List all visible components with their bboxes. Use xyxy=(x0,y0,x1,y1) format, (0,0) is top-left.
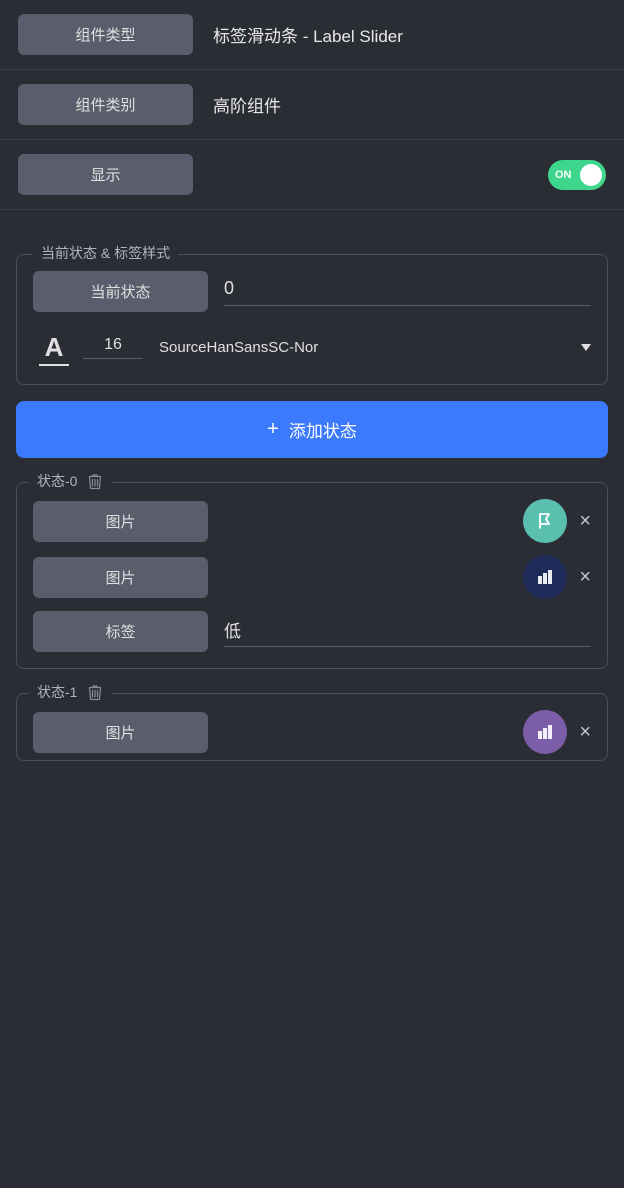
add-state-label: 添加状态 xyxy=(289,417,357,442)
font-row: A SourceHanSansSC-Nor xyxy=(33,326,591,368)
state-0-item-0-icon xyxy=(523,499,567,543)
toggle-on-label: ON xyxy=(555,169,572,181)
font-a-letter: A xyxy=(45,332,64,363)
add-state-button[interactable]: + 添加状态 xyxy=(16,401,608,458)
state-0-item-2-value: 低 xyxy=(224,617,591,647)
state-0-item-1-button[interactable]: 图片 xyxy=(33,557,208,598)
state-1-trash-icon[interactable] xyxy=(87,683,103,701)
state-0-item-2: 标签 低 xyxy=(33,611,591,652)
state-0-item-1-close-icon[interactable]: × xyxy=(579,566,591,589)
component-type-button[interactable]: 组件类型 xyxy=(18,14,193,55)
current-state-row: 当前状态 0 xyxy=(33,271,591,312)
state-0-trash-icon[interactable] xyxy=(87,472,103,490)
font-family-text: SourceHanSansSC-Nor xyxy=(159,339,318,356)
state-0-item-1-icon xyxy=(523,555,567,599)
state-0-title-text: 状态-0 xyxy=(37,471,77,491)
state-1-item-0-close-icon[interactable]: × xyxy=(579,721,591,744)
display-button[interactable]: 显示 xyxy=(18,154,193,195)
state-1-title-bar: 状态-1 xyxy=(29,682,111,702)
state-0-item-0: 图片 × xyxy=(33,499,591,543)
state-label-title: 当前状态 & 标签样式 xyxy=(33,243,178,263)
state-label-section: 当前状态 & 标签样式 当前状态 0 A SourceHanSansSC-Nor xyxy=(16,254,608,385)
font-family-select[interactable]: SourceHanSansSC-Nor xyxy=(159,339,591,356)
toggle-knob xyxy=(580,164,602,186)
component-category-row: 组件类别 高阶组件 xyxy=(0,70,624,140)
state-0-item-1: 图片 × xyxy=(33,555,591,599)
current-state-button[interactable]: 当前状态 xyxy=(33,271,208,312)
state-1-item-0-button[interactable]: 图片 xyxy=(33,712,208,753)
state-0-item-2-button[interactable]: 标签 xyxy=(33,611,208,652)
state-1-item-0-icon xyxy=(523,710,567,754)
display-toggle[interactable]: ON xyxy=(548,160,606,190)
state-0-title-bar: 状态-0 xyxy=(29,471,111,491)
component-type-value: 标签滑动条 - Label Slider xyxy=(213,22,606,47)
display-row: 显示 ON xyxy=(0,140,624,210)
component-type-row: 组件类型 标签滑动条 - Label Slider xyxy=(0,0,624,70)
font-underline xyxy=(39,364,69,366)
state-1-title-text: 状态-1 xyxy=(37,682,77,702)
toggle-container: ON xyxy=(193,160,606,190)
state-0-card: 状态-0 图片 × 图片 × xyxy=(16,482,608,669)
state-1-item-0: 图片 × xyxy=(33,710,591,754)
state-1-card: 状态-1 图片 × xyxy=(16,693,608,761)
component-category-value: 高阶组件 xyxy=(213,92,606,117)
state-0-item-0-close-icon[interactable]: × xyxy=(579,510,591,533)
current-state-value: 0 xyxy=(224,278,591,306)
component-category-button[interactable]: 组件类别 xyxy=(18,84,193,125)
chevron-down-icon xyxy=(581,344,591,351)
state-0-item-0-button[interactable]: 图片 xyxy=(33,501,208,542)
font-a-icon: A xyxy=(33,326,75,368)
spacer-1 xyxy=(0,210,624,232)
font-size-input[interactable] xyxy=(83,336,143,359)
plus-icon: + xyxy=(267,418,279,441)
